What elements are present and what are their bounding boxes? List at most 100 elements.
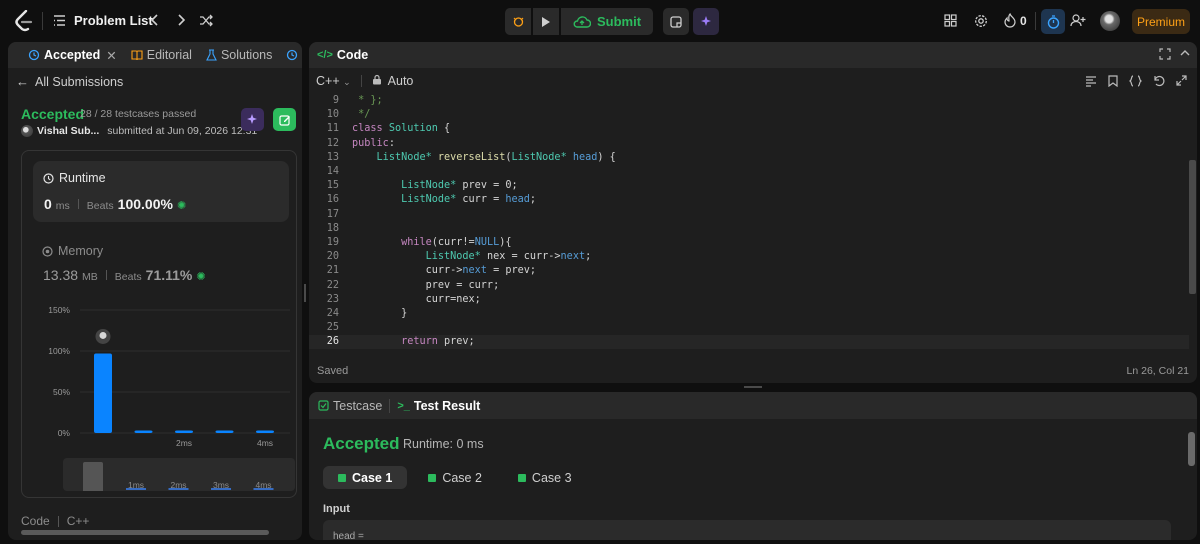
edit-solution-button[interactable] (273, 108, 296, 131)
submitter-name[interactable]: Vishal Sub... (37, 125, 99, 137)
code-line[interactable]: 13 ListNode* reverseList(ListNode* head)… (309, 151, 1189, 165)
language-select[interactable]: C++ ⌄ (316, 74, 351, 88)
chart-minimap[interactable]: 1ms 2ms 3ms 4ms (63, 458, 295, 491)
code-line[interactable]: 19 while(curr!=NULL){ (309, 236, 1189, 250)
memory-title[interactable]: Memory (42, 244, 103, 258)
divider (1035, 12, 1036, 30)
tab-accepted-label: Accepted (44, 48, 101, 62)
cloud-upload-icon (573, 16, 591, 28)
chevron-left-icon[interactable] (150, 13, 160, 27)
braces-icon[interactable] (1129, 75, 1142, 87)
code-line[interactable]: 14 (309, 165, 1189, 179)
code-language-row: Code C++ (21, 514, 89, 528)
format-icon[interactable] (1085, 75, 1097, 87)
debug-button[interactable] (505, 8, 531, 35)
code-line[interactable]: 10 */ (309, 108, 1189, 122)
tab-testcase[interactable]: Testcase (309, 399, 389, 413)
submit-button[interactable]: Submit (561, 8, 654, 35)
maximize-icon[interactable] (1159, 48, 1171, 63)
code-line[interactable]: 12 public: (309, 137, 1189, 151)
code-toolbar: C++ ⌄ Auto (309, 68, 1197, 94)
runtime-title: Runtime (43, 171, 106, 185)
tab-solutions[interactable]: Solutions (199, 48, 279, 62)
line-number: 19 (326, 237, 339, 248)
layout-grid-icon[interactable] (944, 14, 957, 27)
case-1-button[interactable]: Case 1 (323, 466, 408, 489)
chart-bar[interactable] (256, 430, 274, 433)
mode-label[interactable]: Auto (388, 74, 414, 88)
code-line[interactable]: 26 return prev; (309, 335, 1189, 350)
code-line[interactable]: 17 (309, 208, 1189, 222)
user-avatar[interactable] (1100, 11, 1120, 31)
run-button[interactable] (533, 8, 559, 35)
reset-icon[interactable] (1153, 75, 1165, 87)
premium-button[interactable]: Premium (1132, 9, 1190, 34)
lock-icon (372, 74, 382, 88)
add-user-icon[interactable] (1070, 14, 1086, 27)
horizontal-resize-handle[interactable] (744, 386, 762, 388)
settings-gear-icon[interactable] (974, 14, 988, 28)
line-number: 17 (326, 208, 339, 220)
ai-sparkle-button[interactable] (693, 8, 720, 35)
vertical-scrollbar[interactable] (1189, 160, 1196, 294)
line-number: 15 (326, 180, 339, 192)
case-1-label: Case 1 (352, 470, 393, 485)
runtime-distribution-chart[interactable]: 150% 100% 50% 0% 2ms 4ms (22, 301, 298, 451)
chevron-right-icon[interactable] (176, 13, 186, 27)
code-line[interactable]: 23 curr=nex; (309, 293, 1189, 307)
fire-streak-icon[interactable] (1004, 13, 1016, 28)
chart-bar[interactable] (94, 353, 112, 433)
runtime-beats-label: Beats (86, 200, 114, 212)
runtime-card[interactable]: Runtime 0 ms Beats 100.00% ✺ (33, 161, 289, 222)
code-line[interactable]: 18 (309, 222, 1189, 236)
code-line[interactable]: 22 prev = curr; (309, 279, 1189, 293)
vertical-scrollbar[interactable] (1188, 432, 1195, 466)
timer-icon[interactable] (1041, 9, 1065, 34)
tab-editorial[interactable]: Editorial (124, 48, 199, 62)
leetcode-logo-icon[interactable] (14, 9, 34, 32)
line-number: 24 (326, 308, 339, 319)
note-button[interactable] (663, 8, 690, 35)
all-submissions-link[interactable]: ← All Submissions (16, 74, 123, 89)
tab-code[interactable]: </> Code (309, 48, 375, 62)
ai-analyze-button[interactable] (241, 108, 264, 131)
case-3-label: Case 3 (531, 470, 572, 485)
case-2-button[interactable]: Case 2 (413, 466, 497, 489)
line-number: 16 (326, 194, 339, 206)
horizontal-scrollbar[interactable] (21, 530, 269, 535)
line-number: 25 (326, 322, 339, 334)
tab-test-result[interactable]: >_ Test Result (390, 399, 487, 413)
code-line[interactable]: 9 * }; (309, 94, 1189, 108)
list-icon[interactable] (53, 14, 66, 27)
y-tick-label: 150% (48, 305, 70, 315)
close-icon[interactable]: ✕ (106, 48, 116, 63)
runtime-unit: ms (55, 200, 70, 212)
code-line[interactable]: 21 curr->next = prev; (309, 264, 1189, 278)
code-line[interactable]: 16 ListNode* curr = head; (309, 193, 1189, 207)
code-line[interactable]: 15 ListNode* prev = 0; (309, 179, 1189, 193)
line-text: } (352, 308, 408, 319)
bookmark-icon[interactable] (1108, 75, 1118, 87)
chevron-up-icon[interactable] (1179, 47, 1191, 62)
history-icon (28, 49, 40, 61)
tab-accepted[interactable]: Accepted ✕ (21, 48, 124, 63)
code-line[interactable]: 24 } (309, 307, 1189, 321)
case-3-button[interactable]: Case 3 (503, 466, 587, 489)
tab-submissions[interactable]: Su (279, 48, 302, 62)
pass-dot-icon (517, 473, 526, 482)
chart-bar[interactable] (175, 430, 193, 433)
clap-icon: ✺ (196, 271, 206, 283)
chart-bar[interactable] (134, 430, 153, 433)
problem-list-link[interactable]: Problem List (74, 13, 153, 28)
left-tabbar: Accepted ✕ Editorial Solutions Su (8, 42, 302, 68)
code-line[interactable]: 20 ListNode* nex = curr->next; (309, 250, 1189, 264)
code-editor[interactable]: 9 * }; 10 */11 class Solution {12 public: 13… (309, 94, 1197, 352)
shuffle-icon[interactable] (199, 14, 213, 27)
streak-count: 0 (1020, 14, 1027, 28)
chart-bar[interactable] (215, 430, 234, 433)
memory-unit: MB (82, 271, 98, 283)
vertical-resize-handle[interactable] (304, 284, 306, 302)
code-line[interactable]: 25 (309, 321, 1189, 335)
code-line[interactable]: 11 class Solution { (309, 122, 1189, 136)
expand-icon[interactable] (1176, 75, 1187, 86)
